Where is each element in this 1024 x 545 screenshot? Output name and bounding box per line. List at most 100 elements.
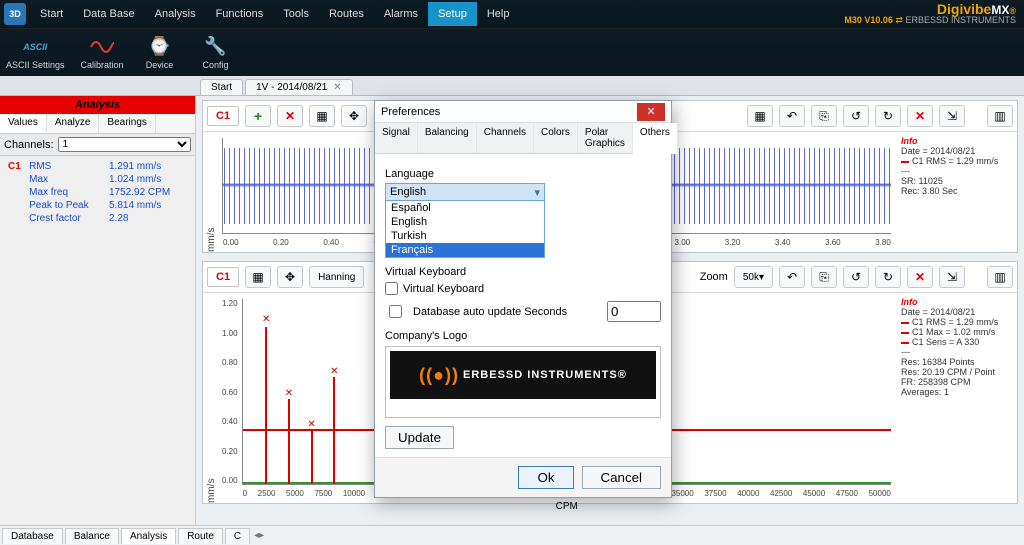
db-seconds-input[interactable] [607, 301, 661, 322]
menu-start[interactable]: Start [30, 2, 73, 26]
tab-colors[interactable]: Colors [534, 123, 578, 153]
tool-more[interactable]: ▥ [987, 105, 1013, 127]
preferences-dialog: Preferences ✕ Signal Balancing Channels … [374, 100, 672, 498]
tool-redo[interactable]: ↻ [875, 105, 901, 127]
fft-cursor[interactable]: ✥ [277, 266, 303, 288]
tool-copy[interactable]: ⎘ [811, 105, 837, 127]
update-button[interactable]: Update [385, 426, 454, 449]
vk-check-label: Virtual Keyboard [403, 283, 484, 295]
tab-signal[interactable]: Signal [375, 123, 418, 153]
ribbon-device[interactable]: ⌚ Device [140, 31, 180, 74]
tab-values[interactable]: Values [0, 114, 47, 133]
fft-copy[interactable]: ⎘ [811, 266, 837, 288]
remove-button[interactable]: ✕ [277, 105, 303, 127]
fft-undo[interactable]: ↺ [843, 266, 869, 288]
menu-bar: 3D Start Data Base Analysis Functions To… [0, 0, 1024, 28]
chart2-info: Info Date = 2014/08/21 C1 RMS = 1.29 mm/… [897, 293, 1017, 503]
lang-option-turkish[interactable]: Turkish [386, 229, 544, 243]
zoom-label: Zoom [700, 271, 728, 283]
language-label: Language [385, 168, 661, 180]
grid-button[interactable]: ▦ [309, 105, 335, 127]
lang-option-espanol[interactable]: Español [386, 201, 544, 215]
fft-pin[interactable]: ⇲ [939, 266, 965, 288]
ribbon-label: Config [203, 60, 229, 70]
logo-preview: ((●)) ERBESSD INSTRUMENTS® [385, 346, 661, 418]
zoom-select[interactable]: 50k ▾ [734, 266, 773, 288]
company-logo: ((●)) ERBESSD INSTRUMENTS® [390, 351, 656, 399]
tool-pin[interactable]: ⇲ [939, 105, 965, 127]
c1-badge: C1 [207, 106, 239, 126]
channels-select[interactable]: 1 [58, 137, 191, 152]
lang-option-francais[interactable]: Français [386, 243, 544, 257]
tab-others[interactable]: Others [633, 123, 678, 154]
tab-balancing[interactable]: Balancing [418, 123, 477, 153]
fft-more[interactable]: ▥ [987, 266, 1013, 288]
ribbon-ascii-settings[interactable]: ASCII ASCII Settings [6, 31, 65, 74]
menu-database[interactable]: Data Base [73, 2, 144, 26]
tool-grid2[interactable]: ▦ [747, 105, 773, 127]
ribbon-label: ASCII Settings [6, 60, 65, 70]
fft-del[interactable]: ✕ [907, 266, 933, 288]
add-button[interactable]: + [245, 105, 271, 127]
chart1-info: Info Date = 2014/08/21 C1 RMS = 1.29 mm/… [897, 132, 1017, 252]
ribbon-calibration[interactable]: Calibration [81, 31, 124, 74]
menu-routes[interactable]: Routes [319, 2, 374, 26]
tab-polar[interactable]: Polar Graphics [578, 123, 633, 153]
language-select[interactable]: English [385, 183, 545, 201]
dialog-title: Preferences [381, 106, 440, 118]
logo-label: Company's Logo [385, 330, 661, 342]
device-icon: ⌚ [148, 36, 172, 58]
bottom-tab-route[interactable]: Route [178, 528, 223, 544]
vk-heading: Virtual Keyboard [385, 266, 661, 278]
menu-alarms[interactable]: Alarms [374, 2, 428, 26]
bottom-tab-c[interactable]: C [225, 528, 250, 544]
app-icon: 3D [4, 3, 26, 25]
doc-tab-start[interactable]: Start [200, 79, 243, 95]
bottom-tabs: Database Balance Analysis Route C ◂ ▸ [0, 525, 1024, 545]
main-menu: Start Data Base Analysis Functions Tools… [30, 2, 519, 26]
tab-channels[interactable]: Channels [477, 123, 534, 153]
tab-bearings[interactable]: Bearings [99, 114, 155, 133]
pulse-icon: ((●)) [419, 365, 459, 386]
dialog-close-icon[interactable]: ✕ [637, 103, 665, 121]
menu-analysis[interactable]: Analysis [145, 2, 206, 26]
wave-icon [90, 36, 114, 58]
menu-help[interactable]: Help [477, 2, 520, 26]
sidebar-title: Analysis [0, 96, 195, 114]
language-dropdown: Español English Turkish Français [385, 201, 545, 258]
bottom-tab-balance[interactable]: Balance [65, 528, 119, 544]
ok-button[interactable]: Ok [518, 466, 573, 489]
tool-back[interactable]: ↶ [779, 105, 805, 127]
ribbon-label: Calibration [81, 60, 124, 70]
menu-setup[interactable]: Setup [428, 2, 477, 26]
brand-version: M30 V10.06 [844, 15, 893, 25]
tool-del[interactable]: ✕ [907, 105, 933, 127]
ribbon-toolbar: ASCII ASCII Settings Calibration ⌚ Devic… [0, 28, 1024, 76]
cancel-button[interactable]: Cancel [582, 466, 662, 489]
bottom-tab-analysis[interactable]: Analysis [121, 528, 176, 544]
fft-back[interactable]: ↶ [779, 266, 805, 288]
ribbon-label: Device [146, 60, 174, 70]
tool-undo[interactable]: ↺ [843, 105, 869, 127]
cursor-button[interactable]: ✥ [341, 105, 367, 127]
dialog-tabs: Signal Balancing Channels Colors Polar G… [375, 123, 671, 154]
fft-grid[interactable]: ▦ [245, 266, 271, 288]
virtual-keyboard-checkbox[interactable] [385, 282, 398, 295]
menu-tools[interactable]: Tools [273, 2, 319, 26]
doc-tab-1v[interactable]: 1V - 2014/08/21 ✕ [245, 79, 353, 95]
c1-badge-fft: C1 [207, 267, 239, 287]
hanning-select[interactable]: Hanning [309, 266, 364, 288]
bottom-scroll-right[interactable]: ▸ [259, 530, 264, 541]
fft-redo[interactable]: ↻ [875, 266, 901, 288]
db-auto-update-label: Database auto update Seconds [413, 306, 567, 318]
ribbon-config[interactable]: 🔧 Config [196, 31, 236, 74]
bottom-tab-database[interactable]: Database [2, 528, 63, 544]
db-auto-update-checkbox[interactable] [389, 305, 402, 318]
chart1-ylabel: mm/s [203, 132, 220, 252]
menu-functions[interactable]: Functions [206, 2, 274, 26]
tab-analyze[interactable]: Analyze [47, 114, 100, 133]
close-tab-icon[interactable]: ✕ [333, 82, 341, 93]
channels-label: Channels: [4, 139, 54, 151]
lang-option-english[interactable]: English [386, 215, 544, 229]
brand-vendor: ERBESSD INSTRUMENTS [905, 15, 1016, 25]
